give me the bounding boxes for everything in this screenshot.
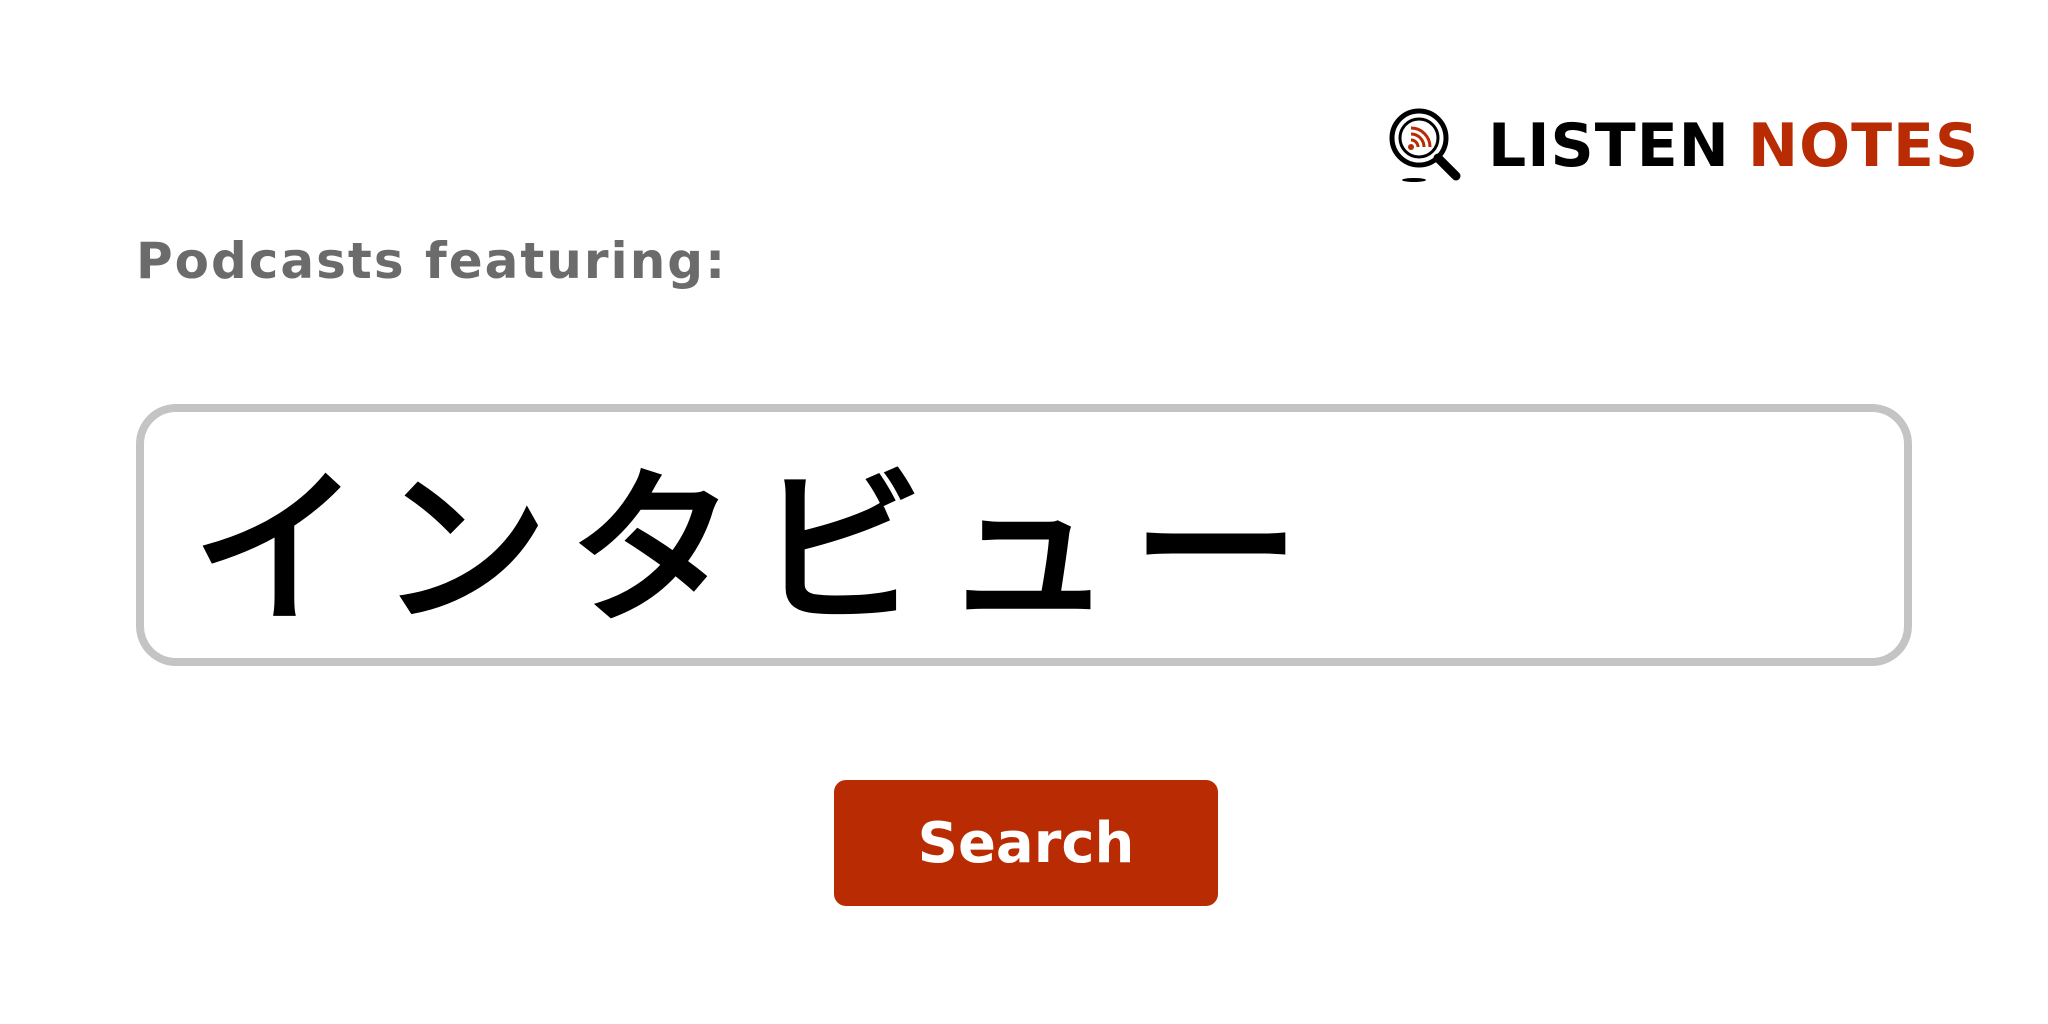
logo-word-notes: NOTES	[1747, 111, 1980, 181]
search-input[interactable]	[192, 437, 1856, 633]
listen-notes-logo[interactable]: LISTEN NOTES	[1386, 108, 1979, 184]
logo-word-listen: LISTEN	[1488, 111, 1730, 181]
page-title: Podcasts featuring:	[136, 232, 728, 290]
search-button[interactable]: Search	[834, 780, 1218, 906]
search-box[interactable]	[136, 404, 1912, 666]
logo-wordmark: LISTEN NOTES	[1488, 116, 1979, 176]
magnifier-rss-icon	[1389, 108, 1461, 182]
page: LISTENNOTES Podcasts featuring: Search	[0, 0, 2048, 1024]
